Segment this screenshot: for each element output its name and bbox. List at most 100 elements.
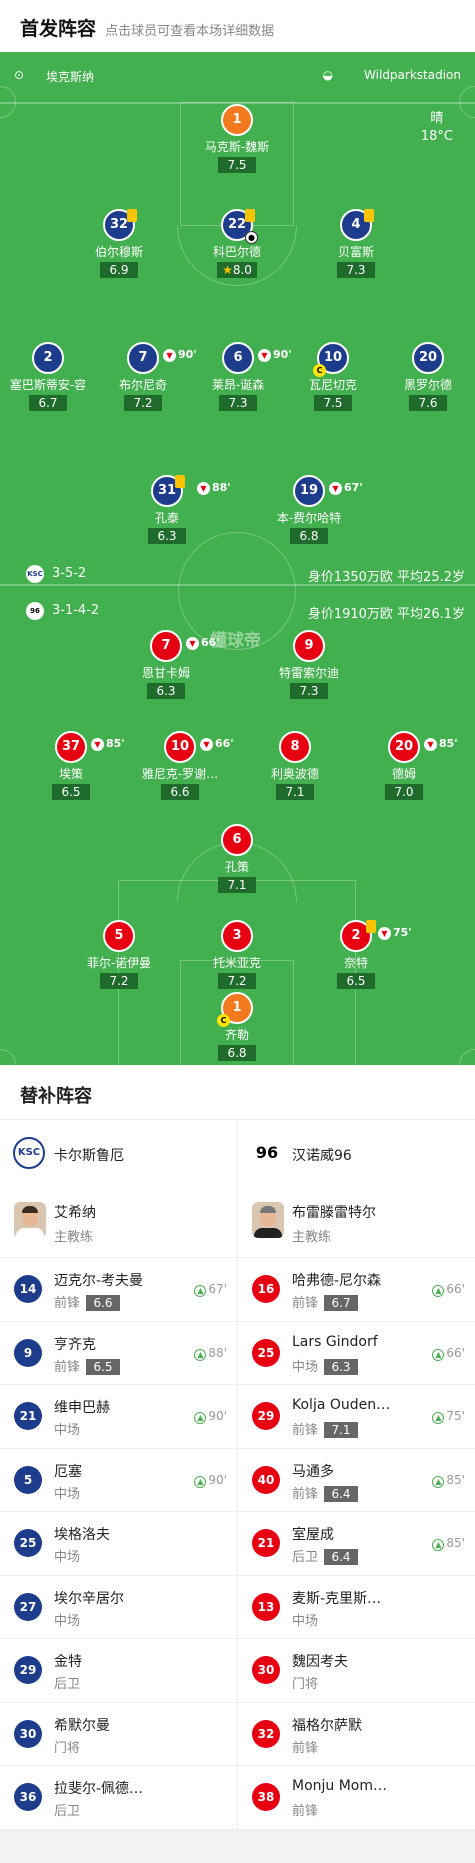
home-player-4[interactable]: 4 贝富斯 7.3 (301, 209, 411, 278)
sub-on-marker: ▲ 90' (194, 1473, 227, 1488)
away-player-3[interactable]: 3 托米亚克 7.2 (182, 920, 292, 989)
sub-player-row[interactable]: 21 室屋成 后卫 6.4 ▲ 85' (238, 1512, 475, 1576)
sub-player-position: 后卫 (54, 1804, 81, 1819)
home-team-info: KSC 3-5-2 身价1350万欧 平均25.2岁 (0, 563, 475, 585)
home-coach[interactable]: 艾希纳 主教练 (0, 1186, 237, 1258)
player-rating: 7.1 (276, 784, 314, 800)
player-rating: 7.2 (218, 973, 256, 989)
home-player-6[interactable]: 6 ▼ 90' 莱昂-诞森 7.3 (183, 342, 293, 411)
yellow-card-icon (175, 475, 185, 488)
player-number: 7 (138, 350, 148, 365)
home-player-32[interactable]: 32 伯尔穆斯 6.9 (64, 209, 174, 278)
sub-player-row[interactable]: 30 魏因考夫 门将 (238, 1639, 475, 1703)
sub-player-row[interactable]: 29 金特 后卫 (0, 1639, 237, 1703)
home-team-row[interactable]: KSC 卡尔斯鲁厄 (0, 1120, 237, 1186)
player-rating: 6.3 (148, 528, 186, 544)
sub-player-row[interactable]: 32 福格尔萨默 前锋 (238, 1703, 475, 1766)
sub-player-name: 哈弗德-尼尔森 (292, 1273, 382, 1289)
sub-on-icon: ▲ (194, 1285, 207, 1297)
player-name: 齐勒 (224, 1028, 249, 1042)
sub-player-row[interactable]: 30 希默尔曼 门将 (0, 1703, 237, 1766)
away-player-10[interactable]: 10 ▼ 66' 雅尼克-罗谢… 6.6 (125, 731, 235, 800)
player-name: 恩甘卡姆 (141, 666, 190, 680)
sub-player-number: 25 (252, 1338, 280, 1367)
home-player-22[interactable]: 22 ● 科巴尔德 ★8.0 (182, 209, 292, 278)
home-team-name: 卡尔斯鲁厄 (54, 1148, 124, 1164)
sub-player-row[interactable]: 40 马通多 前锋 6.4 ▲ 85' (238, 1449, 475, 1512)
sub-player-position: 前锋 (292, 1423, 319, 1438)
sub-player-number: 21 (252, 1529, 280, 1557)
sub-on-minute: 75' (446, 1409, 465, 1423)
player-rating: 7.5 (314, 395, 352, 411)
sub-player-position: 中场 (292, 1613, 319, 1629)
away-player-37[interactable]: 37 ▼ 85' 埃策 6.5 (16, 731, 126, 800)
player-number: 8 (279, 731, 311, 763)
away-team-info: 96 3-1-4-2 身价1910万欧 平均26.1岁 (0, 600, 475, 622)
player-rating: 6.3 (147, 683, 185, 699)
sub-off-marker: ▼ 67' (329, 474, 363, 502)
player-rating: 7.1 (218, 877, 256, 893)
player-number: 7 (161, 638, 171, 653)
sub-on-minute: 67' (208, 1282, 227, 1296)
sub-player-number: 38 (252, 1783, 280, 1811)
sub-player-number: 30 (252, 1656, 280, 1684)
away-player-8[interactable]: 8 利奥波德 7.1 (240, 731, 350, 800)
sub-player-position-line: 前锋 (292, 1800, 318, 1819)
away-player-2[interactable]: 2 ▼ 75' 奈特 6.5 (301, 920, 412, 989)
home-player-31[interactable]: 31 ▼ 88' 孔泰 6.3 (112, 475, 231, 544)
away-player-5[interactable]: 5 菲尔-诺伊曼 7.2 (64, 920, 174, 989)
sub-player-row[interactable]: 5 厄塞 中场 ▲ 90' (0, 1449, 237, 1512)
sub-player-row[interactable]: 14 迈克尔-考夫曼 前锋 6.6 ▲ 67' (0, 1258, 237, 1322)
goal-ball-icon: ● (245, 231, 258, 244)
player-name: 贝富斯 (337, 245, 374, 259)
stadium-name: Wildparkstadion (364, 68, 461, 82)
away-player-9[interactable]: 9 特雷索尔迪 7.3 (254, 630, 364, 699)
home-player-7[interactable]: 7 ▼ 90' 布尔尼奇 7.2 (88, 342, 198, 411)
sub-player-row[interactable]: 16 哈弗德-尼尔森 前锋 6.7 ▲ 66' (238, 1258, 475, 1322)
sub-player-row[interactable]: 38 Monju Momuluh 前锋 (238, 1766, 475, 1830)
away-coach[interactable]: 布雷滕雷特尔 主教练 (238, 1186, 475, 1258)
sub-player-position-line: 后卫 6.4 (292, 1546, 359, 1565)
sub-player-row[interactable]: 25 埃格洛夫 中场 (0, 1512, 237, 1576)
sub-player-row[interactable]: 25 Lars Gindorf 中场 6.3 ▲ 66' (238, 1322, 475, 1385)
home-player-10[interactable]: 10 C 瓦尼切克 7.5 (278, 342, 388, 411)
sub-on-minute: 85' (446, 1472, 465, 1487)
player-rating: ★8.0 (217, 262, 257, 278)
player-number: 6 (233, 350, 243, 365)
away-player-20[interactable]: 20 ▼ 85' 德姆 7.0 (349, 731, 459, 800)
corner-arc-tr (459, 86, 475, 118)
player-name: 本-费尔哈特 (276, 511, 342, 525)
sub-player-row[interactable]: 36 拉斐尔-佩德… 后卫 (0, 1766, 237, 1830)
sub-player-name: 迈克尔-考夫曼 (54, 1273, 144, 1289)
whistle-icon: ⊙ (14, 68, 25, 82)
away-player-7[interactable]: 7 ▼ 66' 恩甘卡姆 6.3 (111, 630, 221, 699)
sub-player-position: 前锋 (292, 1740, 319, 1756)
player-rating: 7.3 (337, 262, 375, 278)
sub-player-rating: 6.4 (324, 1485, 359, 1502)
away-player-6[interactable]: 6 孔策 7.1 (182, 824, 292, 893)
sub-on-icon: ▲ (194, 1348, 207, 1361)
sub-minute: 66' (201, 636, 220, 649)
player-number: 10 (170, 739, 190, 754)
sub-player-row[interactable]: 9 亨齐克 前锋 6.5 ▲ 88' (0, 1322, 237, 1385)
sub-player-number: 21 (14, 1402, 42, 1430)
sub-player-row[interactable]: 13 麦斯-克里斯… 中场 (238, 1576, 475, 1639)
away-team-row[interactable]: 96 汉诺威96 (238, 1120, 475, 1186)
sub-minute: 85' (439, 737, 458, 750)
sub-player-position: 前锋 (54, 1296, 81, 1311)
sub-player-row[interactable]: 29 Kolja Oudenne 前锋 7.1 ▲ 75' (238, 1385, 475, 1449)
sub-off-marker: ▼ 88' (197, 474, 231, 502)
sub-player-number: 36 (14, 1783, 42, 1811)
sub-player-row[interactable]: 27 埃尔辛居尔 中场 (0, 1576, 237, 1639)
sub-player-position: 后卫 (54, 1677, 81, 1692)
sub-player-name: 金特 (54, 1654, 82, 1670)
home-player-20[interactable]: 20 黑罗尔德 7.6 (373, 342, 475, 411)
player-number: 4 (351, 217, 361, 232)
yellow-card-icon (245, 209, 255, 222)
sub-player-row[interactable]: 21 维申巴赫 中场 ▲ 90' (0, 1385, 237, 1449)
sub-player-name: 魏因考夫 (292, 1654, 348, 1670)
player-number: 6 (221, 824, 253, 856)
home-player-1[interactable]: 1 马克斯-魏斯 7.5 (182, 104, 292, 173)
away-player-1[interactable]: 1C 齐勒 6.8 (182, 992, 292, 1061)
home-player-19[interactable]: 19 ▼ 67' 本-费尔哈特 6.8 (254, 475, 364, 544)
